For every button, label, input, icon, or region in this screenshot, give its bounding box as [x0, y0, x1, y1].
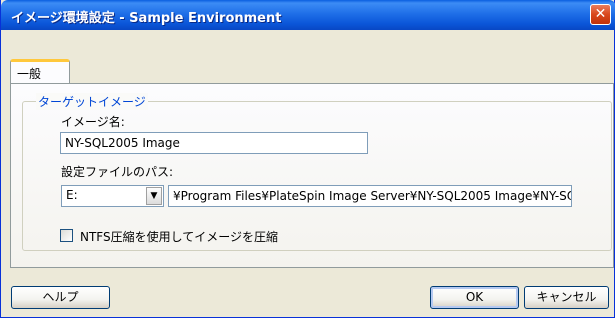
chevron-down-icon[interactable]: ▼	[146, 187, 162, 205]
cancel-button[interactable]: キャンセル	[524, 286, 609, 309]
title-bar[interactable]: イメージ環境設定 - Sample Environment ✕	[1, 0, 615, 30]
ok-button[interactable]: OK	[430, 286, 519, 309]
config-path-label: 設定ファイルのパス:	[61, 165, 174, 179]
drive-select[interactable]: E: ▼	[61, 185, 164, 207]
image-name-label: イメージ名:	[61, 115, 125, 129]
drive-select-value: E:	[66, 188, 78, 202]
close-button[interactable]: ✕	[590, 4, 611, 25]
target-image-group-legend: ターゲットイメージ	[36, 93, 148, 110]
dialog-window: イメージ環境設定 - Sample Environment ✕ 一般 ターゲット…	[0, 0, 615, 318]
image-name-input[interactable]: NY-SQL2005 Image	[60, 132, 368, 154]
tab-general-label: 一般	[17, 67, 42, 81]
close-icon: ✕	[594, 6, 607, 22]
window-title: イメージ環境設定 - Sample Environment	[11, 11, 282, 26]
ntfs-compression-label[interactable]: NTFS圧縮を使用してイメージを圧縮	[80, 228, 278, 245]
config-path-input[interactable]: ¥Program Files¥PlateSpin Image Server¥NY…	[168, 185, 572, 207]
tab-general[interactable]: 一般	[10, 59, 70, 84]
help-button[interactable]: ヘルプ	[11, 286, 110, 309]
ntfs-compression-checkbox[interactable]	[60, 229, 73, 242]
